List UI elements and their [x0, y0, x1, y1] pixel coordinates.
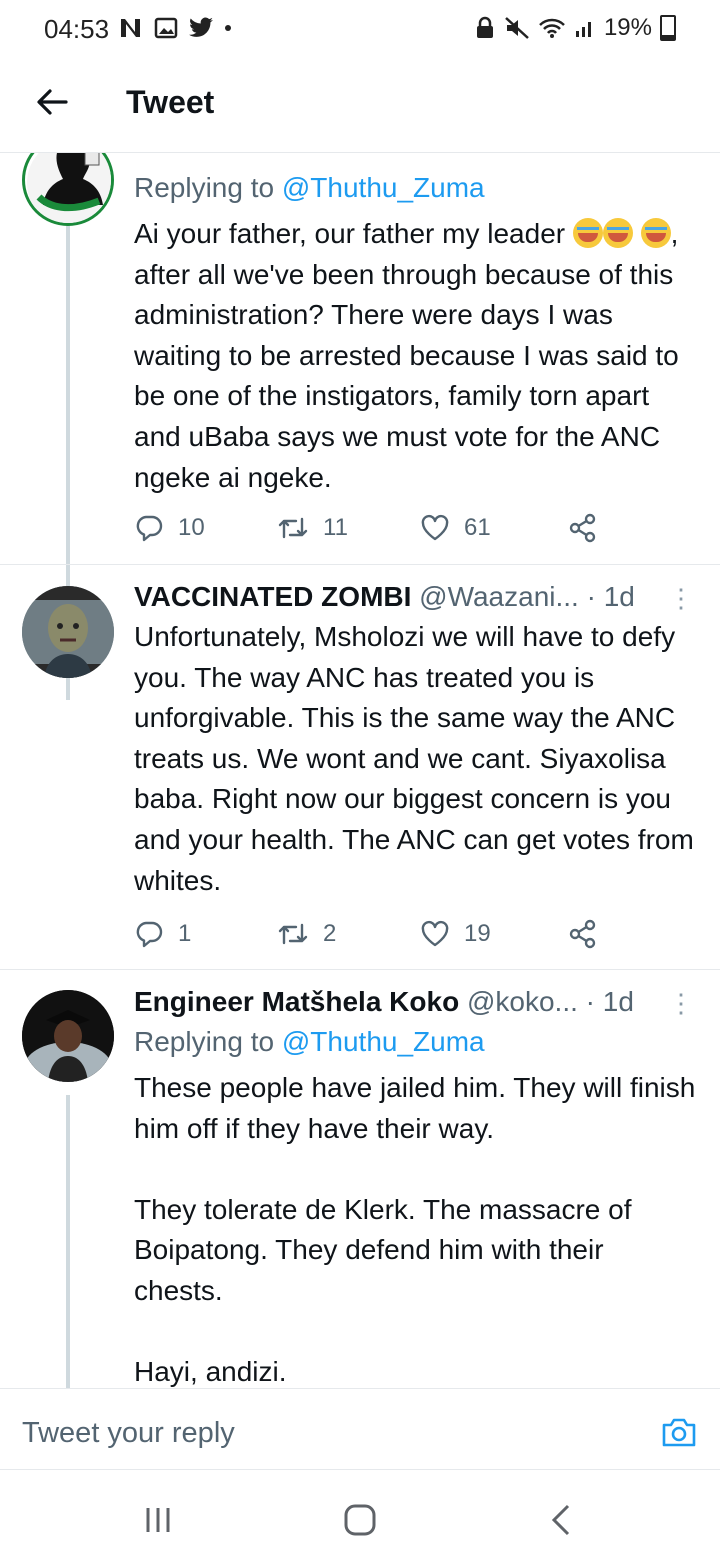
page-title: Tweet [126, 84, 215, 120]
status-bar: 04:53 19% [0, 0, 720, 60]
top-app-bar: Tweet [0, 60, 720, 153]
reply-count: 10 [178, 514, 205, 541]
tweet-text: Ai your father, our father my leader , a… [134, 214, 698, 498]
user-handle[interactable]: @Waazani... [419, 581, 579, 612]
tweet-time: · 1d [586, 581, 635, 612]
like-count: 19 [464, 920, 491, 947]
tweet-text: Unfortunately, Msholozi we will have to … [134, 621, 702, 896]
like-icon [421, 920, 449, 947]
tweet-card[interactable]: Engineer Matšhela Koko @koko... · 1d Rep… [0, 970, 720, 1388]
retweet-count: 11 [323, 514, 348, 541]
camera-icon[interactable] [660, 1413, 698, 1451]
user-handle[interactable]: @koko... [467, 986, 578, 1017]
tweet-text: These people have jailed him. They will … [134, 1072, 696, 1388]
twitter-bird-icon [189, 17, 213, 37]
reply-button[interactable]: 1 [134, 919, 277, 949]
avatar[interactable] [22, 990, 114, 1082]
tweet-text-part: Ai your father, our father my leader [134, 218, 566, 249]
more-icon[interactable]: ⋮ [668, 988, 694, 1019]
signal-icon [575, 22, 591, 37]
retweet-icon [278, 923, 308, 945]
share-button[interactable] [568, 513, 598, 543]
mute-icon [505, 17, 529, 39]
gallery-icon [154, 17, 178, 39]
replying-to: Replying to @Thuthu_Zuma [134, 1022, 698, 1062]
recent-apps-icon[interactable] [138, 1500, 178, 1540]
retweet-button[interactable]: 2 [277, 919, 420, 949]
retweet-button[interactable]: 11 [277, 513, 420, 543]
tweet-time: · 1d [585, 986, 634, 1017]
back-arrow-icon[interactable] [32, 82, 72, 122]
crying-face-emoji-icon [602, 218, 633, 248]
reply-feed[interactable]: Replying to @Thuthu_Zuma Ai your father,… [0, 140, 720, 1388]
back-nav-icon[interactable] [542, 1500, 582, 1540]
replying-prefix: Replying to [134, 1026, 275, 1057]
replying-prefix: Replying to [134, 172, 275, 203]
retweet-count: 2 [323, 920, 337, 947]
status-time: 04:53 [44, 14, 110, 44]
home-icon[interactable] [340, 1500, 380, 1540]
avatar-image [22, 990, 114, 1082]
tweet-content: Replying to @Thuthu_Zuma Ai your father,… [134, 168, 698, 498]
system-icons: 19% [474, 14, 676, 42]
replying-to: Replying to @Thuthu_Zuma [134, 168, 698, 208]
system-nav-bar [0, 1470, 720, 1560]
tweet-text-part: , after all we've been through because o… [134, 218, 687, 493]
tweet-header: Engineer Matšhela Koko @koko... · 1d [134, 984, 698, 1020]
battery-icon [660, 15, 676, 41]
reply-count: 1 [178, 920, 192, 947]
tweet-card[interactable]: VACCINATED ZOMBI @Waazani... · 1d Unfort… [0, 565, 720, 969]
like-button[interactable]: 61 [420, 514, 568, 542]
reply-input[interactable]: Tweet your reply [22, 1417, 235, 1450]
share-button[interactable] [568, 919, 598, 949]
share-icon [569, 513, 596, 543]
tweet-content: Engineer Matšhela Koko @koko... · 1d Rep… [134, 984, 698, 1388]
like-button[interactable]: 19 [420, 920, 568, 948]
tweet-content: VACCINATED ZOMBI @Waazani... · 1d Unfort… [134, 579, 698, 901]
battery-percent: 19% [603, 14, 652, 41]
avatar[interactable] [22, 586, 114, 678]
display-name[interactable]: Engineer Matšhela Koko [134, 986, 459, 1017]
mention-link[interactable]: @Thuthu_Zuma [282, 172, 485, 203]
display-name[interactable]: VACCINATED ZOMBI [134, 581, 411, 612]
wifi-icon [539, 18, 565, 38]
share-icon [569, 919, 596, 949]
notification-icons [118, 16, 232, 40]
n-notification-icon [121, 19, 140, 37]
more-icon[interactable]: ⋮ [668, 583, 694, 614]
lock-icon [476, 16, 493, 38]
like-icon [421, 514, 449, 541]
like-count: 61 [464, 514, 491, 541]
crying-face-emoji-icon [572, 218, 603, 248]
tweet-card[interactable]: Replying to @Thuthu_Zuma Ai your father,… [0, 140, 720, 570]
tweet-actions: 10 11 61 [134, 508, 654, 548]
reply-icon [136, 515, 163, 542]
avatar-image [22, 586, 114, 678]
tweet-actions: 1 2 19 [134, 914, 654, 954]
reply-button[interactable]: 10 [134, 513, 277, 543]
reply-composer[interactable]: Tweet your reply [0, 1388, 720, 1470]
tweet-header: VACCINATED ZOMBI @Waazani... · 1d [134, 579, 698, 615]
crying-face-emoji-icon [640, 218, 671, 248]
mention-link[interactable]: @Thuthu_Zuma [282, 1026, 485, 1057]
dot-icon [225, 25, 231, 31]
reply-icon [136, 921, 163, 948]
retweet-icon [278, 517, 308, 539]
